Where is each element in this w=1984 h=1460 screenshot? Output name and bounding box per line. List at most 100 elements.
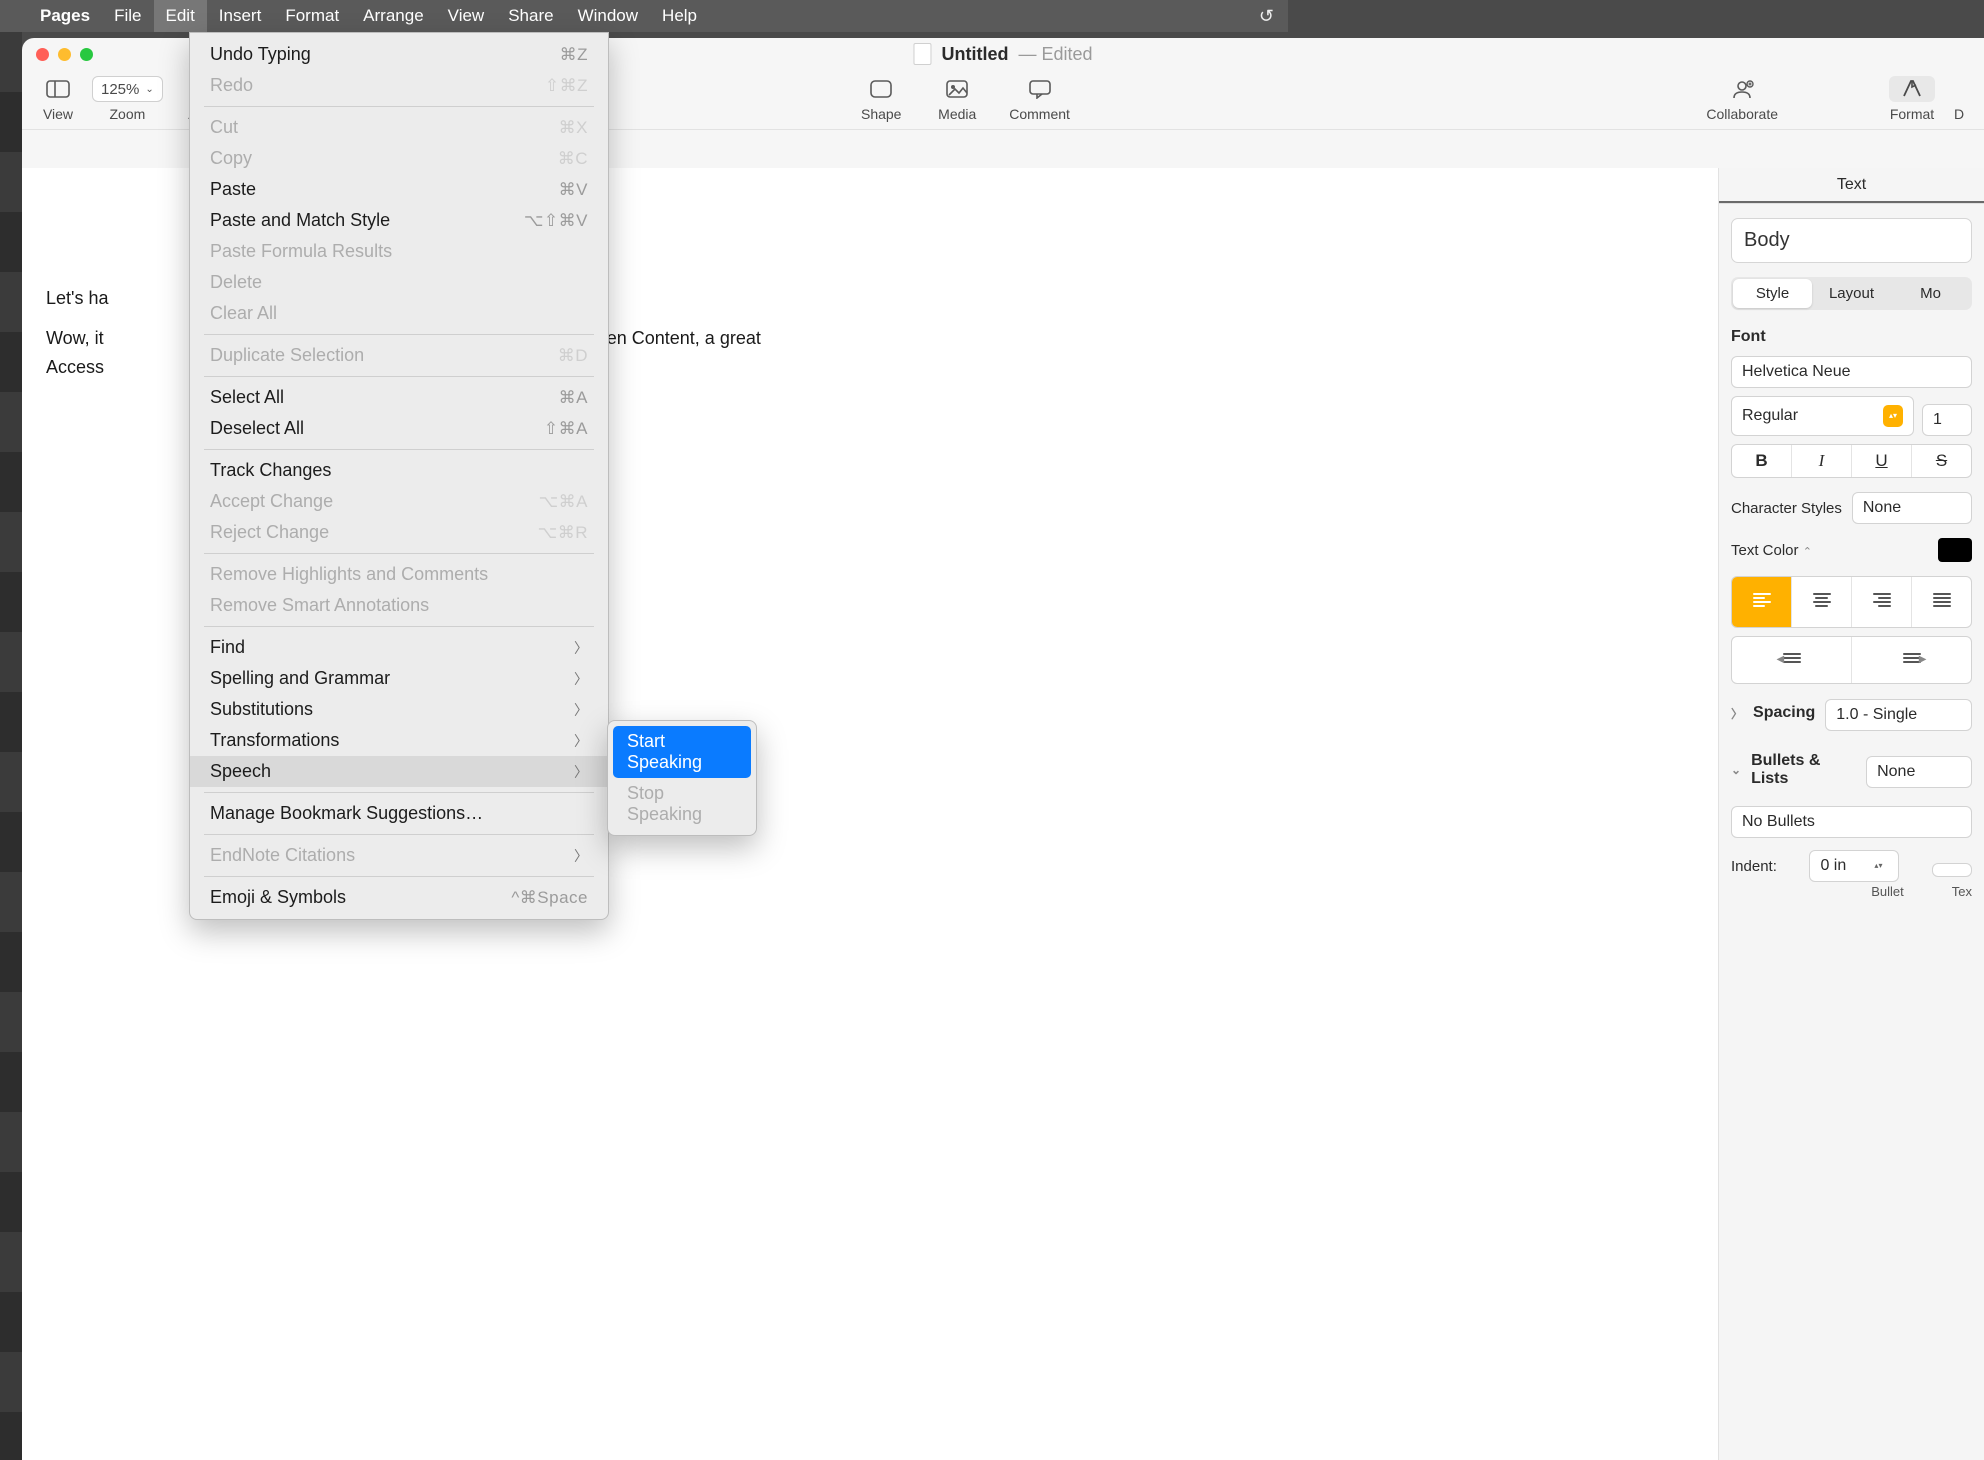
align-right[interactable] bbox=[1852, 577, 1912, 627]
chevron-right-icon: 〉 bbox=[574, 731, 588, 751]
menu-item-speech[interactable]: Speech〉 bbox=[190, 756, 608, 787]
toolbar-comment[interactable]: Comment bbox=[1009, 76, 1070, 122]
window-zoom[interactable] bbox=[80, 48, 93, 61]
text-style-buttons: B I U S bbox=[1731, 444, 1972, 478]
chevron-right-icon: 〉 bbox=[574, 669, 588, 689]
menu-item-copy: Copy⌘C bbox=[190, 143, 608, 174]
chevron-right-icon: 〉 bbox=[574, 846, 588, 866]
bullets-preset-select[interactable]: None bbox=[1866, 756, 1972, 788]
menu-item-manage-bookmark-suggestions[interactable]: Manage Bookmark Suggestions… bbox=[190, 798, 608, 829]
menu-item-spelling-and-grammar[interactable]: Spelling and Grammar〉 bbox=[190, 663, 608, 694]
character-styles-label: Character Styles bbox=[1731, 500, 1842, 517]
comment-icon bbox=[1027, 76, 1053, 102]
menu-item-select-all[interactable]: Select All⌘A bbox=[190, 382, 608, 413]
strike-button[interactable]: S bbox=[1912, 445, 1971, 477]
menu-item-accept-change: Accept Change⌥⌘A bbox=[190, 486, 608, 517]
character-styles-select[interactable]: None bbox=[1852, 492, 1972, 524]
format-icon bbox=[1889, 76, 1935, 102]
document-icon bbox=[913, 43, 931, 65]
menu-item-paste[interactable]: Paste⌘V bbox=[190, 174, 608, 205]
menu-item-clear-all: Clear All bbox=[190, 298, 608, 329]
spacing-select[interactable]: 1.0 - Single bbox=[1825, 699, 1972, 731]
desktop-background bbox=[0, 32, 22, 1460]
document-tool-icon bbox=[1946, 76, 1972, 102]
document-title: Untitled bbox=[941, 44, 1008, 65]
document-status: — Edited bbox=[1018, 44, 1092, 65]
bullets-style-select[interactable]: No Bullets bbox=[1731, 806, 1972, 838]
indent-bullet-input[interactable]: 0 in ▴▾ bbox=[1809, 850, 1899, 882]
italic-button[interactable]: I bbox=[1792, 445, 1852, 477]
toolbar-shape[interactable]: Shape bbox=[857, 76, 905, 122]
zoom-select[interactable]: 125%⌄ bbox=[92, 76, 163, 102]
toolbar-zoom-label: Zoom bbox=[109, 106, 145, 122]
toolbar-format[interactable]: Format bbox=[1888, 76, 1936, 122]
menu-item-find[interactable]: Find〉 bbox=[190, 632, 608, 663]
font-weight-select[interactable]: Regular▴▾ bbox=[1731, 396, 1914, 436]
chevron-down-icon: ⌄ bbox=[145, 84, 153, 95]
align-center[interactable] bbox=[1792, 577, 1852, 627]
menu-window[interactable]: Window bbox=[566, 0, 650, 32]
font-family-select[interactable]: Helvetica Neue bbox=[1731, 356, 1972, 388]
media-icon bbox=[944, 76, 970, 102]
menu-format[interactable]: Format bbox=[273, 0, 351, 32]
shortcut-label: ⌥⌘A bbox=[539, 492, 588, 512]
menu-insert[interactable]: Insert bbox=[207, 0, 274, 32]
chevron-down-icon: ⌄ bbox=[1731, 763, 1741, 777]
font-size-input[interactable]: 1 bbox=[1922, 404, 1972, 436]
bullets-label[interactable]: ⌄Bullets & Lists bbox=[1731, 752, 1856, 788]
menu-arrange[interactable]: Arrange bbox=[351, 0, 435, 32]
window-minimize[interactable] bbox=[58, 48, 71, 61]
indent-text-caption: Tex bbox=[1952, 884, 1972, 899]
chevron-right-icon: 〉 bbox=[1731, 705, 1743, 722]
seg-layout[interactable]: Layout bbox=[1812, 279, 1891, 308]
sidebar-icon bbox=[45, 76, 71, 102]
menu-share[interactable]: Share bbox=[496, 0, 565, 32]
indent-button[interactable]: ▶ bbox=[1852, 637, 1971, 683]
menu-app[interactable]: Pages bbox=[28, 0, 102, 32]
toolbar-view[interactable]: View bbox=[34, 76, 82, 122]
chevron-right-icon: 〉 bbox=[574, 638, 588, 658]
menu-item-track-changes[interactable]: Track Changes bbox=[190, 455, 608, 486]
seg-more[interactable]: Mo bbox=[1891, 279, 1970, 308]
stepper-icon: ▴▾ bbox=[1883, 405, 1903, 427]
text-color-swatch[interactable] bbox=[1938, 538, 1972, 562]
alignment-buttons bbox=[1731, 576, 1972, 628]
stepper-icon[interactable]: ▴▾ bbox=[1868, 862, 1888, 870]
start-speaking-item[interactable]: Start Speaking bbox=[613, 726, 751, 778]
toolbar-collaborate[interactable]: Collaborate bbox=[1706, 76, 1778, 122]
menu-help[interactable]: Help bbox=[650, 0, 709, 32]
bold-button[interactable]: B bbox=[1732, 445, 1792, 477]
shortcut-label: ⇧⌘A bbox=[544, 419, 588, 439]
underline-button[interactable]: U bbox=[1852, 445, 1912, 477]
menu-file[interactable]: File bbox=[102, 0, 153, 32]
toolbar-zoom[interactable]: 125%⌄ Zoom bbox=[92, 76, 163, 122]
collaborate-icon bbox=[1729, 76, 1755, 102]
align-left[interactable] bbox=[1732, 577, 1792, 627]
align-justify[interactable] bbox=[1912, 577, 1971, 627]
menu-item-paste-and-match-style[interactable]: Paste and Match Style⌥⇧⌘V bbox=[190, 205, 608, 236]
menu-item-remove-highlights-and-comments: Remove Highlights and Comments bbox=[190, 559, 608, 590]
toolbar-media[interactable]: Media bbox=[933, 76, 981, 122]
seg-style[interactable]: Style bbox=[1733, 279, 1812, 308]
shortcut-label: ⌥⌘R bbox=[538, 523, 588, 543]
menu-item-undo-typing[interactable]: Undo Typing⌘Z bbox=[190, 39, 608, 70]
spacing-label[interactable]: 〉Spacing bbox=[1731, 704, 1815, 722]
menu-edit[interactable]: Edit bbox=[154, 0, 207, 32]
stop-speaking-item: Stop Speaking bbox=[613, 778, 751, 830]
outdent-button[interactable]: ◀ bbox=[1732, 637, 1852, 683]
paragraph-style-select[interactable]: Body bbox=[1731, 218, 1972, 263]
indent-text-input[interactable] bbox=[1932, 863, 1972, 877]
window-close[interactable] bbox=[36, 48, 49, 61]
menu-item-transformations[interactable]: Transformations〉 bbox=[190, 725, 608, 756]
indent-label: Indent: bbox=[1731, 858, 1777, 875]
menu-item-deselect-all[interactable]: Deselect All⇧⌘A bbox=[190, 413, 608, 444]
chevron-right-icon: 〉 bbox=[574, 700, 588, 720]
menu-item-emoji-symbols[interactable]: Emoji & Symbols^⌘Space bbox=[190, 882, 608, 913]
time-machine-icon[interactable]: ↺ bbox=[1259, 6, 1274, 27]
toolbar-document[interactable]: D bbox=[1946, 76, 1972, 122]
inspector-tab-text[interactable]: Text bbox=[1719, 168, 1984, 203]
menu-item-substitutions[interactable]: Substitutions〉 bbox=[190, 694, 608, 725]
menu-view[interactable]: View bbox=[436, 0, 497, 32]
shortcut-label: ⌘A bbox=[559, 388, 588, 408]
chevron-right-icon: 〉 bbox=[574, 762, 588, 782]
